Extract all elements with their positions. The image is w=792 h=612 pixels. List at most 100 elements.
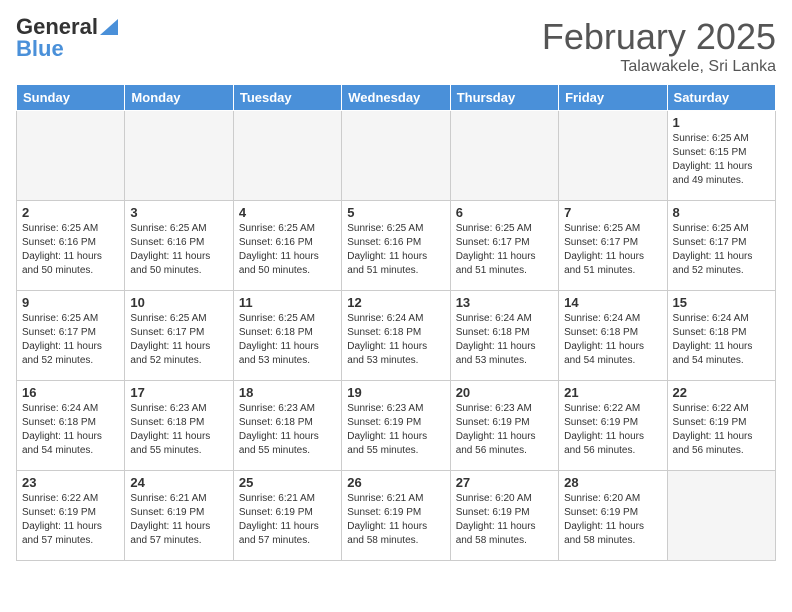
location-title: Talawakele, Sri Lanka — [542, 58, 776, 76]
calendar-day-cell: 7 Sunrise: 6:25 AMSunset: 6:17 PMDaylight… — [559, 201, 667, 291]
day-info: Sunrise: 6:25 AMSunset: 6:17 PMDaylight:… — [564, 222, 661, 278]
logo: General Blue — [16, 16, 118, 60]
calendar-day-cell: 5 Sunrise: 6:25 AMSunset: 6:16 PMDaylight… — [342, 201, 450, 291]
calendar-day-cell — [342, 111, 450, 201]
weekday-header: Thursday — [450, 85, 558, 111]
calendar-day-cell: 6Sunrise: 6:25 AMSunset: 6:17 PMDaylight… — [450, 201, 558, 291]
calendar-header-row: SundayMondayTuesdayWednesdayThursdayFrid… — [17, 85, 776, 111]
weekday-header: Tuesday — [233, 85, 341, 111]
day-number: 2 — [22, 205, 119, 220]
calendar-day-cell — [17, 111, 125, 201]
calendar-day-cell: 28Sunrise: 6:20 AMSunset: 6:19 PMDayligh… — [559, 471, 667, 561]
day-number: 5 — [347, 205, 444, 220]
day-info: Sunrise: 6:22 AMSunset: 6:19 PMDaylight:… — [22, 492, 119, 548]
logo-icon — [100, 19, 118, 35]
calendar-day-cell: 19Sunrise: 6:23 AMSunset: 6:19 PMDayligh… — [342, 381, 450, 471]
calendar-day-cell: 2 Sunrise: 6:25 AMSunset: 6:16 PMDaylight… — [17, 201, 125, 291]
calendar-day-cell: 3Sunrise: 6:25 AMSunset: 6:16 PMDaylight… — [125, 201, 233, 291]
day-number: 11 — [239, 295, 336, 310]
calendar-day-cell: 26 Sunrise: 6:21 AMSunset: 6:19 PMDayligh… — [342, 471, 450, 561]
day-number: 26 — [347, 475, 444, 490]
calendar-week-row: 2 Sunrise: 6:25 AMSunset: 6:16 PMDaylight… — [17, 201, 776, 291]
day-info: Sunrise: 6:25 AMSunset: 6:16 PMDaylight:… — [22, 222, 119, 278]
calendar-day-cell: 20Sunrise: 6:23 AMSunset: 6:19 PMDayligh… — [450, 381, 558, 471]
calendar-day-cell: 10 Sunrise: 6:25 AMSunset: 6:17 PMDayligh… — [125, 291, 233, 381]
day-info: Sunrise: 6:25 AMSunset: 6:17 PMDaylight:… — [130, 312, 227, 368]
day-info: Sunrise: 6:21 AMSunset: 6:19 PMDaylight:… — [347, 492, 444, 548]
calendar-day-cell: 18 Sunrise: 6:23 AMSunset: 6:18 PMDayligh… — [233, 381, 341, 471]
day-info: Sunrise: 6:22 AMSunset: 6:19 PMDaylight:… — [564, 402, 661, 458]
day-info: Sunrise: 6:23 AMSunset: 6:19 PMDaylight:… — [347, 402, 444, 458]
day-info: Sunrise: 6:24 AMSunset: 6:18 PMDaylight:… — [456, 312, 553, 368]
day-info: Sunrise: 6:24 AMSunset: 6:18 PMDaylight:… — [22, 402, 119, 458]
calendar-day-cell: 24 Sunrise: 6:21 AMSunset: 6:19 PMDayligh… — [125, 471, 233, 561]
calendar-week-row: 23 Sunrise: 6:22 AMSunset: 6:19 PMDayligh… — [17, 471, 776, 561]
calendar-day-cell — [559, 111, 667, 201]
day-number: 7 — [564, 205, 661, 220]
day-number: 13 — [456, 295, 553, 310]
day-info: Sunrise: 6:25 AMSunset: 6:16 PMDaylight:… — [347, 222, 444, 278]
calendar-day-cell: 27 Sunrise: 6:20 AMSunset: 6:19 PMDayligh… — [450, 471, 558, 561]
day-info: Sunrise: 6:24 AMSunset: 6:18 PMDaylight:… — [347, 312, 444, 368]
calendar-week-row: 9 Sunrise: 6:25 AMSunset: 6:17 PMDaylight… — [17, 291, 776, 381]
day-number: 18 — [239, 385, 336, 400]
day-info: Sunrise: 6:20 AMSunset: 6:19 PMDaylight:… — [564, 492, 661, 548]
day-info: Sunrise: 6:25 AMSunset: 6:17 PMDaylight:… — [456, 222, 553, 278]
calendar-day-cell: 22 Sunrise: 6:22 AMSunset: 6:19 PMDayligh… — [667, 381, 775, 471]
day-info: Sunrise: 6:22 AMSunset: 6:19 PMDaylight:… — [673, 402, 770, 458]
calendar-day-cell: 11 Sunrise: 6:25 AMSunset: 6:18 PMDayligh… — [233, 291, 341, 381]
calendar-day-cell: 23 Sunrise: 6:22 AMSunset: 6:19 PMDayligh… — [17, 471, 125, 561]
day-number: 17 — [130, 385, 227, 400]
day-info: Sunrise: 6:25 AMSunset: 6:17 PMDaylight:… — [673, 222, 770, 278]
calendar-day-cell: 8 Sunrise: 6:25 AMSunset: 6:17 PMDaylight… — [667, 201, 775, 291]
day-number: 16 — [22, 385, 119, 400]
month-year-title: February 2025 — [542, 16, 776, 58]
calendar-day-cell: 21Sunrise: 6:22 AMSunset: 6:19 PMDayligh… — [559, 381, 667, 471]
day-info: Sunrise: 6:20 AMSunset: 6:19 PMDaylight:… — [456, 492, 553, 548]
day-number: 23 — [22, 475, 119, 490]
calendar-day-cell: 15Sunrise: 6:24 AMSunset: 6:18 PMDayligh… — [667, 291, 775, 381]
day-number: 15 — [673, 295, 770, 310]
day-info: Sunrise: 6:25 AMSunset: 6:17 PMDaylight:… — [22, 312, 119, 368]
calendar-day-cell: 13 Sunrise: 6:24 AMSunset: 6:18 PMDayligh… — [450, 291, 558, 381]
day-info: Sunrise: 6:21 AMSunset: 6:19 PMDaylight:… — [130, 492, 227, 548]
calendar-day-cell: 4 Sunrise: 6:25 AMSunset: 6:16 PMDaylight… — [233, 201, 341, 291]
day-info: Sunrise: 6:25 AMSunset: 6:16 PMDaylight:… — [239, 222, 336, 278]
calendar-day-cell — [450, 111, 558, 201]
calendar-day-cell: 14Sunrise: 6:24 AMSunset: 6:18 PMDayligh… — [559, 291, 667, 381]
day-info: Sunrise: 6:25 AMSunset: 6:15 PMDaylight:… — [673, 132, 770, 188]
weekday-header: Saturday — [667, 85, 775, 111]
day-number: 9 — [22, 295, 119, 310]
day-number: 8 — [673, 205, 770, 220]
title-block: February 2025 Talawakele, Sri Lanka — [542, 16, 776, 76]
calendar-week-row: 1Sunrise: 6:25 AMSunset: 6:15 PMDaylight… — [17, 111, 776, 201]
day-info: Sunrise: 6:23 AMSunset: 6:18 PMDaylight:… — [239, 402, 336, 458]
day-number: 22 — [673, 385, 770, 400]
calendar-day-cell — [667, 471, 775, 561]
calendar-table: SundayMondayTuesdayWednesdayThursdayFrid… — [16, 84, 776, 561]
day-number: 12 — [347, 295, 444, 310]
day-number: 24 — [130, 475, 227, 490]
calendar-day-cell — [125, 111, 233, 201]
day-number: 4 — [239, 205, 336, 220]
calendar-day-cell: 25Sunrise: 6:21 AMSunset: 6:19 PMDayligh… — [233, 471, 341, 561]
day-info: Sunrise: 6:25 AMSunset: 6:18 PMDaylight:… — [239, 312, 336, 368]
day-number: 14 — [564, 295, 661, 310]
day-info: Sunrise: 6:23 AMSunset: 6:18 PMDaylight:… — [130, 402, 227, 458]
calendar-day-cell — [233, 111, 341, 201]
day-number: 20 — [456, 385, 553, 400]
calendar-day-cell: 9 Sunrise: 6:25 AMSunset: 6:17 PMDaylight… — [17, 291, 125, 381]
weekday-header: Monday — [125, 85, 233, 111]
page-header: General Blue February 2025 Talawakele, S… — [16, 16, 776, 76]
day-info: Sunrise: 6:21 AMSunset: 6:19 PMDaylight:… — [239, 492, 336, 548]
logo-general-text: General — [16, 16, 98, 38]
calendar-day-cell: 16 Sunrise: 6:24 AMSunset: 6:18 PMDayligh… — [17, 381, 125, 471]
weekday-header: Sunday — [17, 85, 125, 111]
day-info: Sunrise: 6:25 AMSunset: 6:16 PMDaylight:… — [130, 222, 227, 278]
calendar-day-cell: 1Sunrise: 6:25 AMSunset: 6:15 PMDaylight… — [667, 111, 775, 201]
day-number: 27 — [456, 475, 553, 490]
weekday-header: Wednesday — [342, 85, 450, 111]
calendar-day-cell: 17 Sunrise: 6:23 AMSunset: 6:18 PMDayligh… — [125, 381, 233, 471]
calendar-week-row: 16 Sunrise: 6:24 AMSunset: 6:18 PMDayligh… — [17, 381, 776, 471]
day-number: 10 — [130, 295, 227, 310]
